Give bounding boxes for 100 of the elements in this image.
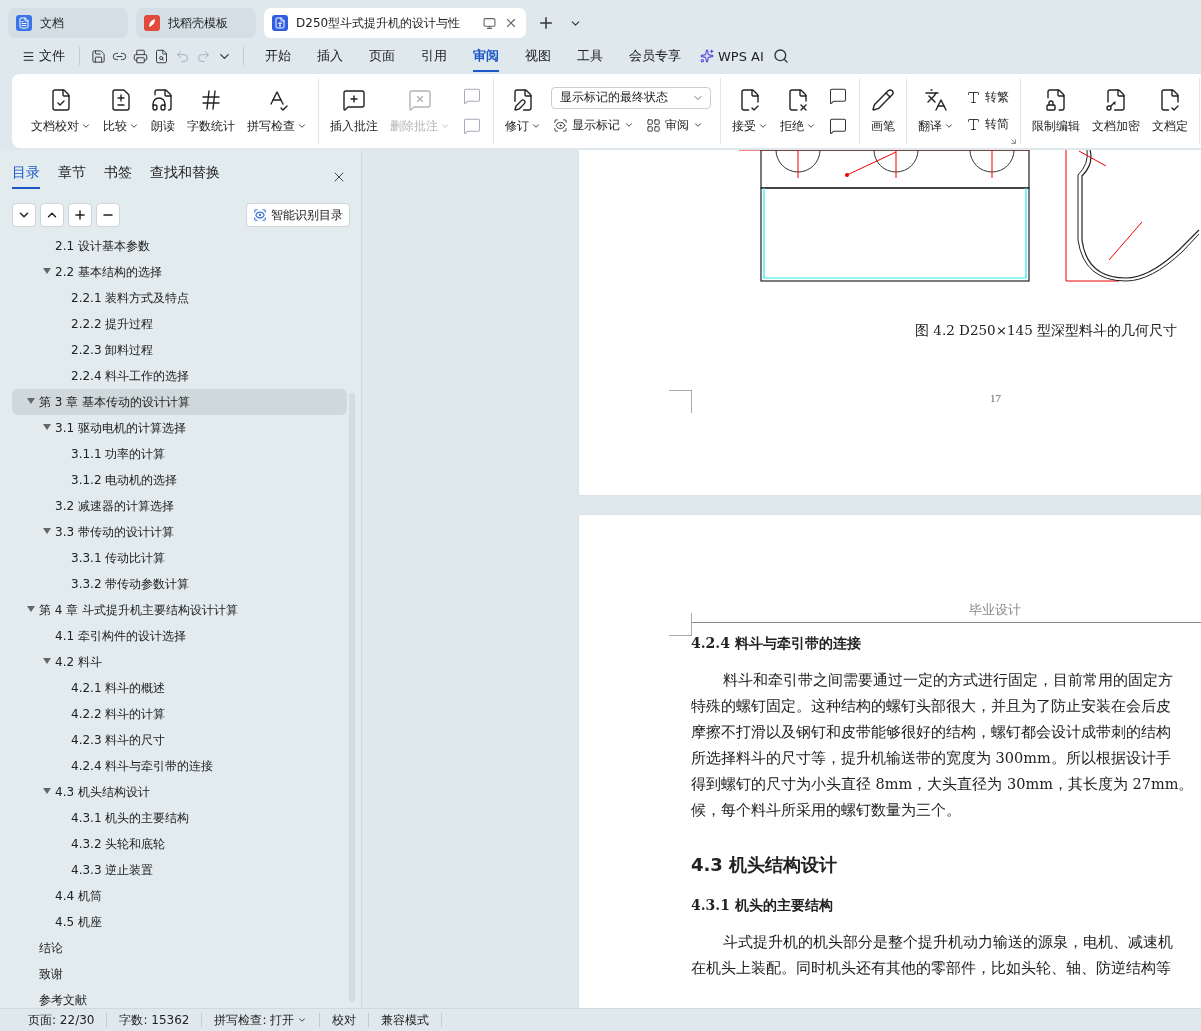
expand-caret-icon[interactable] bbox=[27, 606, 35, 612]
add-level-button[interactable] bbox=[68, 203, 92, 227]
toc-item[interactable]: 4.3.3 逆止装置 bbox=[12, 857, 347, 883]
dialog-launcher-icon[interactable] bbox=[1009, 137, 1018, 146]
toc-item[interactable]: 2.2.2 提升过程 bbox=[12, 311, 347, 337]
paragraph-line: 摩擦不打滑以及钢钉和皮带能够很好的结构，螺钉都会设计成带刺的结构 bbox=[691, 723, 1172, 742]
paragraph-line: 候，每个料斗所采用的螺钉数量为三个。 bbox=[691, 801, 962, 820]
toc-item[interactable]: 参考文献 bbox=[12, 987, 347, 1008]
toc-item[interactable]: 致谢 bbox=[12, 961, 347, 987]
ribbon-button[interactable]: 修订 bbox=[500, 83, 546, 139]
toc-item[interactable]: 4.1 牵引构件的设计选择 bbox=[12, 623, 347, 649]
toc-item[interactable]: 4.3 机头结构设计 bbox=[12, 779, 347, 805]
sidebar-tab[interactable]: 目录 bbox=[12, 164, 40, 189]
ribbon-small-button[interactable]: 转简 bbox=[964, 114, 1011, 135]
ribbon-small-button[interactable]: 转繁 bbox=[964, 87, 1011, 108]
ribbon-button[interactable]: 比较 bbox=[98, 83, 144, 139]
ribbon-tab[interactable]: 开始 bbox=[265, 40, 291, 72]
ribbon-button[interactable]: 拒绝 bbox=[775, 83, 821, 139]
toc-item[interactable]: 2.2 基本结构的选择 bbox=[12, 259, 347, 285]
accept-icon bbox=[738, 87, 762, 112]
toc-item[interactable]: 2.2.4 料斗工作的选择 bbox=[12, 363, 347, 389]
ribbon-button[interactable]: 限制编辑 bbox=[1027, 83, 1085, 139]
speech-bubble-icon bbox=[829, 87, 847, 105]
toc-item[interactable]: 第 3 章 基本传动的设计计算 bbox=[12, 389, 347, 415]
toc-item[interactable]: 4.3.2 头轮和底轮 bbox=[12, 831, 347, 857]
caret-icon bbox=[297, 121, 307, 131]
smart-toc-button[interactable]: 智能识别目录 bbox=[246, 203, 350, 227]
status-item[interactable]: 页面: 22/30 bbox=[16, 1013, 108, 1027]
toc-item[interactable]: 3.3.1 传动比计算 bbox=[12, 545, 347, 571]
status-item[interactable]: 校对 bbox=[320, 1013, 370, 1027]
document-tab[interactable]: D250型斗式提升机的设计与性 bbox=[264, 8, 526, 38]
status-item[interactable]: 拼写检查: 打开 bbox=[202, 1013, 321, 1027]
ribbon-tab[interactable]: 工具 bbox=[577, 40, 603, 72]
ribbon-tab[interactable]: 视图 bbox=[525, 40, 551, 72]
toc-item[interactable]: 3.3 带传动的设计计算 bbox=[12, 519, 347, 545]
ribbon-button[interactable]: 画笔 bbox=[866, 83, 900, 139]
toc-item[interactable]: 3.1.2 电动机的选择 bbox=[12, 467, 347, 493]
ribbon-button[interactable]: 字数统计 bbox=[182, 83, 240, 139]
toc-item[interactable]: 3.2 减速器的计算选择 bbox=[12, 493, 347, 519]
paragraph-line: 所选择料斗的尺寸等，提升机输送带的宽度为 300mm。所以根据设计手 bbox=[691, 749, 1172, 768]
ribbon-small-button[interactable]: 显示标记 bbox=[551, 114, 636, 136]
redo-icon bbox=[196, 48, 211, 64]
ai-button[interactable]: WPS AI bbox=[694, 44, 770, 68]
expand-caret-icon[interactable] bbox=[27, 398, 35, 404]
file-menu-button[interactable]: 文件 bbox=[16, 43, 71, 69]
toc-item[interactable]: 4.2.2 料斗的计算 bbox=[12, 701, 347, 727]
toc-item[interactable]: 4.2.1 料斗的概述 bbox=[12, 675, 347, 701]
ribbon-small-button[interactable]: 审阅 bbox=[644, 114, 705, 136]
ribbon-button[interactable]: 文档加密 bbox=[1087, 83, 1145, 139]
toc-item[interactable]: 4.2 料斗 bbox=[12, 649, 347, 675]
expand-caret-icon[interactable] bbox=[43, 528, 51, 534]
remove-level-button[interactable] bbox=[96, 203, 120, 227]
document-tab[interactable]: 文档 bbox=[8, 8, 128, 38]
collapse-button[interactable] bbox=[40, 203, 64, 227]
markup-dropdown[interactable]: 显示标记的最终状态 bbox=[551, 86, 711, 109]
status-item[interactable]: 字数: 15362 bbox=[107, 1013, 203, 1027]
document-tab[interactable]: 找稻壳模板 bbox=[136, 8, 256, 38]
ribbon-button[interactable]: 文档定 bbox=[1147, 83, 1193, 139]
ribbon-button[interactable]: 接受 bbox=[727, 83, 773, 139]
toc-item[interactable]: 4.2.3 料斗的尺寸 bbox=[12, 727, 347, 753]
toc-item[interactable]: 4.5 机座 bbox=[12, 909, 347, 935]
expand-caret-icon[interactable] bbox=[43, 424, 51, 430]
toc-item[interactable]: 3.3.2 带传动参数计算 bbox=[12, 571, 347, 597]
ribbon-tab[interactable]: 页面 bbox=[369, 40, 395, 72]
ribbon-button[interactable]: 插入批注 bbox=[325, 83, 383, 139]
subsection-heading: 4.2.4 料斗与牵引带的连接 bbox=[691, 635, 862, 653]
sidebar-tab[interactable]: 书签 bbox=[104, 164, 132, 189]
toc-item[interactable]: 4.3.1 机头的主要结构 bbox=[12, 805, 347, 831]
close-icon[interactable] bbox=[504, 16, 518, 30]
ribbon-button[interactable]: 拼写检查 bbox=[242, 83, 312, 139]
expand-caret-icon[interactable] bbox=[43, 268, 51, 274]
toc-item[interactable]: 3.1.1 功率的计算 bbox=[12, 441, 347, 467]
document-finalize-icon bbox=[1158, 87, 1182, 112]
expand-caret-icon[interactable] bbox=[43, 788, 51, 794]
sidebar-tab[interactable]: 查找和替换 bbox=[150, 164, 220, 189]
ribbon-tab[interactable]: 会员专享 bbox=[629, 40, 681, 72]
ribbon-button[interactable]: 文档校对 bbox=[26, 83, 96, 139]
ribbon-tab[interactable]: 审阅 bbox=[473, 40, 499, 72]
ribbon-button[interactable]: 朗读 bbox=[146, 83, 180, 139]
status-item[interactable]: 兼容模式 bbox=[369, 1013, 443, 1027]
toc-item[interactable]: 2.2.3 卸料过程 bbox=[12, 337, 347, 363]
ribbon-tab[interactable]: 引用 bbox=[421, 40, 447, 72]
toc-item[interactable]: 2.1 设计基本参数 bbox=[12, 233, 347, 259]
expand-button[interactable] bbox=[12, 203, 36, 227]
eye-icon bbox=[253, 208, 267, 222]
toc-item[interactable]: 第 4 章 斗式提升机主要结构设计计算 bbox=[12, 597, 347, 623]
ribbon-tab[interactable]: 插入 bbox=[317, 40, 343, 72]
toc-item[interactable]: 4.4 机筒 bbox=[12, 883, 347, 909]
subsection-heading: 4.3.1 机头的主要结构 bbox=[691, 897, 834, 915]
undo-icon bbox=[175, 48, 190, 64]
add-comment-icon bbox=[342, 87, 366, 112]
toc-item[interactable]: 结论 bbox=[12, 935, 347, 961]
expand-caret-icon[interactable] bbox=[43, 658, 51, 664]
toc-item[interactable]: 2.2.1 装料方式及特点 bbox=[12, 285, 347, 311]
toc-item[interactable]: 4.2.4 料斗与牵引带的连接 bbox=[12, 753, 347, 779]
speech-bubble-icon bbox=[463, 87, 481, 105]
toc-item[interactable]: 3.1 驱动电机的计算选择 bbox=[12, 415, 347, 441]
sidebar-tab[interactable]: 章节 bbox=[58, 164, 86, 189]
ribbon-button[interactable]: 翻译 bbox=[913, 83, 959, 139]
margin-corner-mark bbox=[669, 390, 692, 413]
